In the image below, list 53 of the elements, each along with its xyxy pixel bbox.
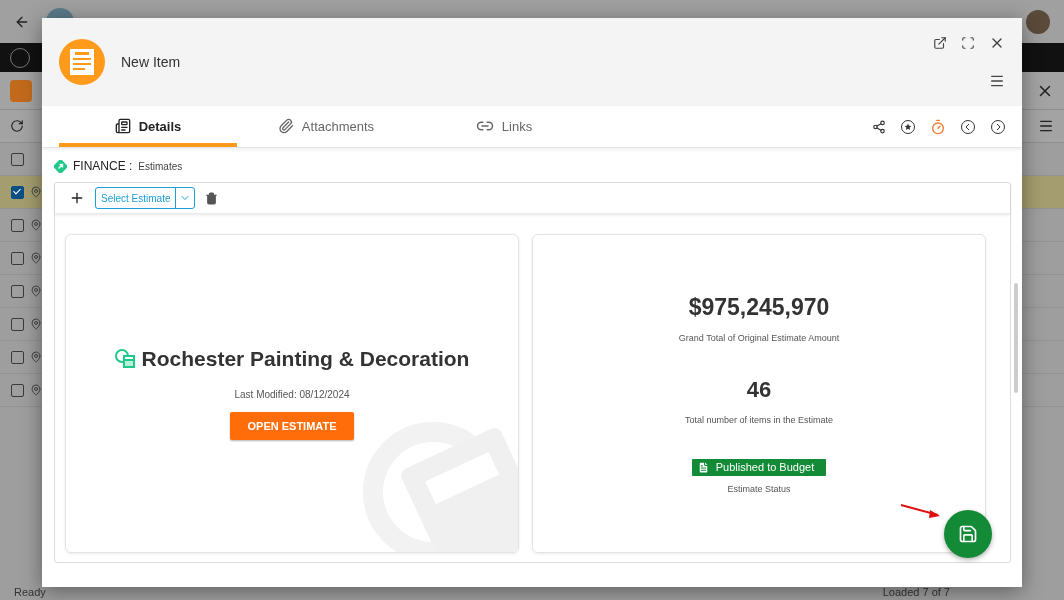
last-modified-text: Last Modified: 08/12/2024: [234, 389, 350, 400]
menu-icon[interactable]: [1038, 118, 1054, 134]
estimate-title: Rochester Painting & Decoration: [141, 347, 470, 371]
paperclip-icon: [277, 118, 294, 134]
stat-label: Grand Total of Original Estimate Amount: [678, 332, 840, 343]
refresh-icon[interactable]: [10, 119, 24, 133]
window-title: New Item: [121, 54, 181, 70]
status-text: Ready: [14, 585, 46, 598]
status-label: Estimate Status: [727, 483, 791, 494]
save-button[interactable]: [944, 510, 992, 558]
pin-icon: [30, 219, 42, 231]
pin-icon: [30, 186, 42, 198]
checkbox[interactable]: [11, 218, 24, 232]
pin-icon: [30, 252, 42, 264]
document-icon: [696, 460, 710, 474]
select-estimate-dropdown[interactable]: Select Estimate: [95, 187, 196, 209]
section-label: Estimates: [138, 160, 183, 172]
pin-icon: [30, 384, 42, 396]
stat-value: 46: [746, 376, 772, 403]
estimate-icon: [114, 349, 136, 369]
tab[interactable]: Links: [415, 106, 593, 147]
fullscreen-icon[interactable]: [961, 36, 975, 50]
pin-icon: [30, 285, 42, 297]
menu-icon[interactable]: [989, 73, 1005, 89]
add-icon[interactable]: [69, 190, 85, 206]
star-circle-icon[interactable]: [900, 118, 916, 135]
checkbox[interactable]: [11, 251, 24, 265]
delete-icon[interactable]: [205, 191, 219, 205]
finance-icon: [54, 159, 67, 173]
pin-icon: [30, 318, 42, 330]
module-label: FINANCE :: [73, 159, 133, 173]
stat-value: $975,245,970: [688, 293, 830, 321]
checkbox[interactable]: [11, 185, 24, 199]
arrow-drawing: [900, 503, 942, 519]
tab[interactable]: Attachments: [237, 106, 415, 147]
report-icon: [67, 47, 97, 77]
avatar-circle[interactable]: [1026, 9, 1050, 34]
next-icon[interactable]: [990, 118, 1006, 135]
tab[interactable]: Details: [59, 106, 237, 147]
share-icon[interactable]: [872, 119, 886, 134]
timer-icon[interactable]: [930, 118, 946, 135]
previous-icon[interactable]: [960, 118, 976, 135]
loaded-count: Loaded 7 of 7: [882, 585, 950, 598]
stat-label: Total number of items in the Estimate: [684, 414, 834, 425]
checkbox[interactable]: [11, 284, 24, 298]
checkbox[interactable]: [11, 350, 24, 364]
open-external-icon[interactable]: [933, 36, 947, 50]
checkbox[interactable]: [11, 152, 24, 166]
status-badge: Published to Budget: [691, 458, 827, 476]
document-list-icon: [114, 118, 131, 134]
checkbox[interactable]: [11, 317, 24, 331]
pin-icon: [30, 351, 42, 363]
checkbox[interactable]: [11, 383, 24, 397]
